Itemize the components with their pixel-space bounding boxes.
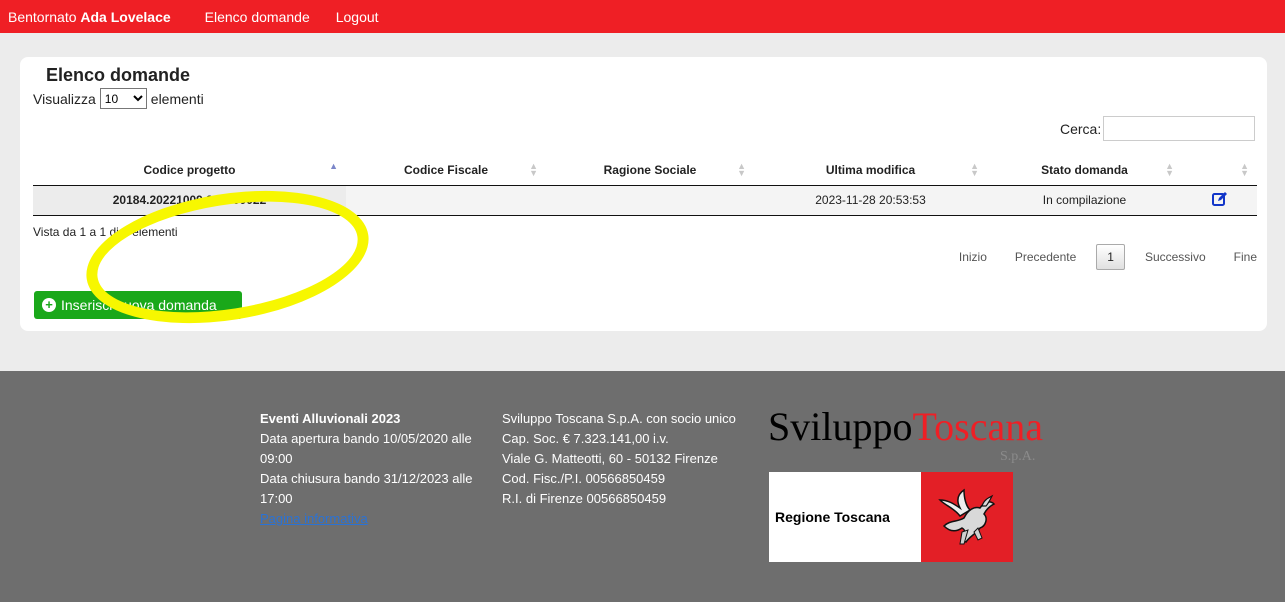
- logo-spa-text: S.p.A.: [1000, 449, 1036, 464]
- table-header-row: Codice progetto ▲ Codice Fiscale ▲ ▼ Ragion…: [33, 155, 1257, 186]
- footer-bando-title: Eventi Alluvionali 2023: [260, 411, 401, 426]
- nav-logout[interactable]: Logout: [336, 9, 379, 25]
- cell-stato-domanda: In compilazione: [987, 185, 1182, 216]
- footer-company-info: Sviluppo Toscana S.p.A. con socio unico …: [502, 409, 757, 509]
- pager-first[interactable]: Inizio: [959, 250, 987, 264]
- length-suffix: elementi: [150, 90, 204, 107]
- footer-company-line: Cap. Soc. € 7.323.141,00 i.v.: [502, 431, 669, 446]
- footer-data-apertura: Data apertura bando 10/05/2020 alle 09:0…: [260, 431, 472, 466]
- pager-next[interactable]: Successivo: [1145, 250, 1206, 264]
- page-title: Elenco domande: [46, 65, 191, 85]
- domande-table: Codice progetto ▲ Codice Fiscale ▲ ▼ Ragion…: [33, 155, 1257, 216]
- pagination: Inizio Precedente 1 Successivo Fine: [931, 244, 1257, 270]
- pegasus-icon: [921, 472, 1013, 562]
- header-actions[interactable]: ▲ ▼: [1182, 155, 1257, 186]
- page-length-select[interactable]: 10: [99, 88, 147, 109]
- footer-bando-info: Eventi Alluvionali 2023 Data apertura ba…: [260, 409, 485, 529]
- pager-previous[interactable]: Precedente: [1015, 250, 1076, 264]
- nav-elenco-domande[interactable]: Elenco domande: [205, 9, 310, 25]
- sort-icon: ▲ ▼: [737, 161, 746, 178]
- cell-codice-progetto: 20184.20221009.225000022: [33, 185, 346, 216]
- sort-icon: ▲ ▼: [970, 161, 979, 178]
- table-info: Vista da 1 a 1 di 1 elementi: [33, 225, 178, 239]
- sort-icon: ▲ ▼: [1165, 161, 1174, 178]
- top-navigation-bar: Bentornato Ada Lovelace Elenco domande L…: [0, 0, 1285, 33]
- header-ultima-modifica[interactable]: Ultima modifica ▲ ▼: [754, 155, 987, 186]
- sort-icon: ▲ ▼: [529, 161, 538, 178]
- regione-toscana-text: Regione Toscana: [775, 509, 890, 525]
- cell-actions: [1182, 185, 1257, 216]
- welcome-prefix: Bentornato: [8, 8, 77, 25]
- footer-data-chiusura: Data chiusura bando 31/12/2023 alle 17:0…: [260, 471, 473, 506]
- header-ragione-sociale[interactable]: Ragione Sociale ▲ ▼: [546, 155, 754, 186]
- pager-last[interactable]: Fine: [1234, 250, 1257, 264]
- user-name: Ada Lovelace: [80, 8, 171, 25]
- main-panel: Elenco domande Visualizza 10 elementi Ce…: [20, 57, 1267, 342]
- table-row: 20184.20221009.225000022 2023-11-28 20:5…: [33, 185, 1257, 216]
- search-control: Cerca:: [1060, 116, 1256, 141]
- search-input[interactable]: [1103, 116, 1256, 141]
- footer: Eventi Alluvionali 2023 Data apertura ba…: [0, 371, 1285, 602]
- cell-codice-fiscale: [346, 185, 546, 216]
- sort-icon: ▲ ▼: [1240, 161, 1249, 178]
- add-domanda-button[interactable]: + Inserisci nuova domanda: [34, 291, 242, 319]
- page-length-control: Visualizza 10 elementi: [33, 88, 204, 109]
- edit-icon[interactable]: [1211, 191, 1228, 210]
- plus-circle-icon: +: [42, 298, 56, 312]
- cell-ragione-sociale: [546, 185, 754, 216]
- header-stato-domanda[interactable]: Stato domanda ▲ ▼: [987, 155, 1182, 186]
- welcome-message: Bentornato Ada Lovelace: [8, 9, 171, 25]
- sort-asc-icon: ▲: [329, 161, 338, 171]
- length-prefix: Visualizza: [33, 90, 96, 107]
- footer-company-line: Viale G. Matteotti, 60 - 50132 Firenze: [502, 451, 718, 466]
- pager-current-page[interactable]: 1: [1096, 244, 1125, 270]
- footer-company-line: R.I. di Firenze 00566850459: [502, 491, 667, 506]
- footer-company-line: Cod. Fisc./P.I. 00566850459: [502, 471, 666, 486]
- sviluppo-toscana-logo: SviluppoToscana: [768, 404, 1043, 449]
- footer-pagina-informativa-link[interactable]: Pagina informativa: [260, 511, 368, 526]
- header-codice-progetto[interactable]: Codice progetto ▲: [33, 155, 346, 186]
- regione-toscana-logo: Regione Toscana: [769, 472, 1013, 562]
- header-codice-fiscale[interactable]: Codice Fiscale ▲ ▼: [346, 155, 546, 186]
- search-label: Cerca:: [1060, 120, 1102, 137]
- footer-company-line: Sviluppo Toscana S.p.A. con socio unico: [502, 411, 736, 426]
- add-button-label: Inserisci nuova domanda: [61, 297, 217, 313]
- cell-ultima-modifica: 2023-11-28 20:53:53: [754, 185, 987, 216]
